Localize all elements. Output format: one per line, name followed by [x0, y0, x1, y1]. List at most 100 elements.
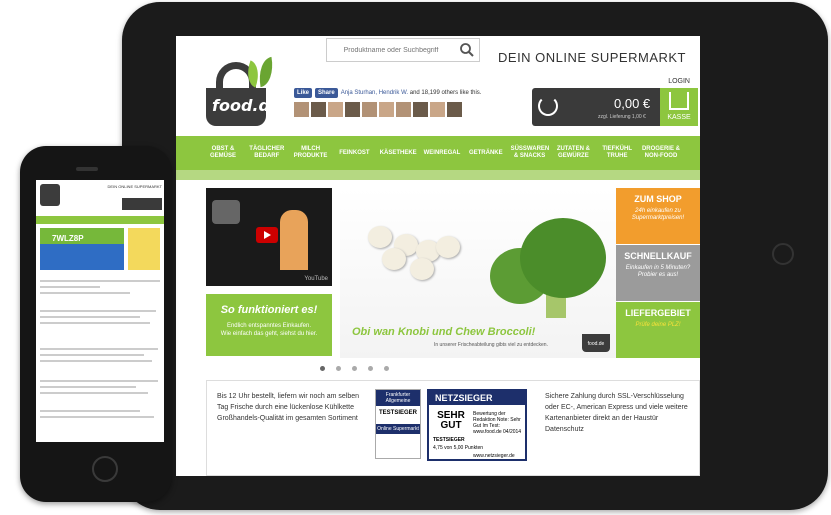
carousel-dot[interactable]	[384, 366, 389, 371]
play-icon[interactable]	[256, 227, 278, 243]
nav-drogerie[interactable]: DROGERIE & NON-FOOD	[642, 146, 680, 160]
nav-feinkost[interactable]: FEINKOST	[335, 150, 373, 157]
category-nav: OBST & GEMÜSE TÄGLICHER BEDARF MILCH PRO…	[176, 136, 700, 170]
netzsieger-site: www.netzsieger.de	[473, 453, 515, 459]
nav-zutaten[interactable]: ZUTATEN & GEWÜRZE	[554, 146, 592, 160]
phone-home-button	[92, 456, 118, 482]
checkout-label: KASSE	[667, 114, 691, 121]
avatar[interactable]	[294, 102, 309, 117]
avatar[interactable]	[362, 102, 377, 117]
nav-kaesetheke[interactable]: KÄSETHEKE	[379, 150, 417, 157]
info-panel: Bis 12 Uhr bestellt, liefern wir noch am…	[206, 380, 700, 476]
phone-screen: DEIN ONLINE SUPERMARKT 7WLZ8P	[36, 180, 164, 442]
phone-text-line	[40, 354, 144, 356]
phone-text-line	[40, 286, 100, 288]
schnellkauf-button[interactable]: SCHNELLKAUF Einkaufen in 5 Minuten? Prob…	[616, 245, 700, 301]
tablet-home-button	[772, 243, 794, 265]
phone-text-line	[40, 292, 130, 294]
search-icon[interactable]	[459, 42, 475, 58]
carousel-dot[interactable]	[352, 366, 357, 371]
netzsieger-score: 4,75 von 5,00 Punkten	[433, 445, 484, 451]
nav-obst-gemuese[interactable]: OBST & GEMÜSE	[204, 146, 242, 160]
zum-shop-button[interactable]: ZUM SHOP 24h einkaufen zu Supermarktprei…	[616, 188, 700, 244]
side-promo-column: ZUM SHOP 24h einkaufen zu Supermarktprei…	[616, 188, 700, 358]
liefergebiet-button[interactable]: LIEFERGEBIET Prüfe deine PLZ!	[616, 302, 700, 358]
carousel-dot[interactable]	[320, 366, 325, 371]
cart-widget[interactable]: 0,00 € zzgl. Lieferung 1,00 € KASSE	[532, 88, 698, 126]
nav-tiefkuehl[interactable]: TIEFKÜHL TRUHE	[598, 146, 636, 160]
carousel-dot[interactable]	[368, 366, 373, 371]
nav-weinregal[interactable]: WEINREGAL	[423, 150, 461, 157]
login-link[interactable]: LOGIN	[668, 78, 690, 85]
netzsieger-title: NETZSIEGER	[429, 391, 525, 405]
tagline: DEIN ONLINE SUPERMARKT	[498, 50, 686, 65]
how-it-works-box[interactable]: So funktioniert es! Endlich entspanntes …	[206, 294, 332, 356]
garlic-image	[368, 226, 392, 248]
nav-milchprodukte[interactable]: MILCH PRODUKTE	[292, 146, 330, 160]
phone-logo[interactable]	[40, 184, 60, 206]
phone-nav[interactable]	[36, 216, 164, 224]
phone-text-line	[40, 386, 136, 388]
netzsieger-testsieger: TESTSIEGER	[433, 437, 465, 443]
facebook-like-text: Anja Sturhan, Hendrik W. and 18,199 othe…	[341, 90, 482, 96]
avatar[interactable]	[447, 102, 462, 117]
nav-getraenke[interactable]: GETRÄNKE	[467, 150, 505, 157]
search-input[interactable]	[327, 39, 455, 62]
facebook-like-button[interactable]: Like	[294, 88, 313, 98]
payment-info: Sichere Zahlung durch SSL-Verschlüsselun…	[545, 393, 688, 433]
phone-text-line	[40, 316, 140, 318]
banner-subtitle: In unserer Frischeabteilung gibts viel z…	[434, 342, 548, 348]
nav-suesswaren[interactable]: SÜSSWAREN & SNACKS	[511, 146, 550, 160]
avatar[interactable]	[430, 102, 445, 117]
garlic-image	[382, 248, 406, 270]
phone-text-line	[40, 410, 140, 412]
logo-text: food.de	[212, 96, 281, 115]
faz-seal-label: Online Supermarkt	[376, 424, 420, 434]
avatar[interactable]	[379, 102, 394, 117]
faz-seal-badge: TESTSIEGER	[378, 410, 417, 416]
phone-side-promo[interactable]	[128, 228, 160, 270]
carousel-dot[interactable]	[336, 366, 341, 371]
phone-cart[interactable]	[122, 198, 162, 210]
zum-shop-text: 24h einkaufen zu Supermarktpreisen!	[631, 208, 685, 221]
leaf-icon	[255, 56, 277, 88]
banner-logo: food.de	[582, 334, 610, 352]
facebook-widget: Like Share Anja Sturhan, Hendrik W. and …	[294, 88, 481, 98]
how-it-works-line2: Wie einfach das geht, siehst du hier.	[220, 331, 318, 337]
faz-seal-header: Frankfurter Allgemeine	[376, 390, 420, 406]
facebook-others: and 18,199 others like this.	[408, 90, 482, 96]
subnav-bar	[176, 170, 700, 180]
avatar[interactable]	[328, 102, 343, 117]
phone-tagline: DEIN ONLINE SUPERMARKT	[107, 184, 162, 189]
avatar[interactable]	[396, 102, 411, 117]
phone-header: DEIN ONLINE SUPERMARKT	[36, 180, 164, 216]
facebook-share-button[interactable]: Share	[315, 88, 338, 98]
delivery-info: Bis 12 Uhr bestellt, liefern wir noch am…	[217, 393, 360, 422]
zum-shop-title: ZUM SHOP	[634, 194, 682, 204]
nav-taeglicher-bedarf[interactable]: TÄGLICHER BEDARF	[248, 146, 286, 160]
avatar[interactable]	[311, 102, 326, 117]
how-it-works-title: So funktioniert es!	[220, 304, 318, 316]
garlic-image	[410, 258, 434, 280]
phone-promo-code: 7WLZ8P	[52, 234, 84, 243]
food-de-logo[interactable]: food.de	[206, 56, 281, 126]
avatar[interactable]	[345, 102, 360, 117]
facebook-names-link[interactable]: Anja Sturhan, Hendrik W.	[341, 90, 408, 96]
phone-text-line	[40, 392, 148, 394]
schnellkauf-title: SCHNELLKAUF	[624, 251, 692, 261]
schnellkauf-text: Einkaufen in 5 Minuten? Probier es aus!	[625, 265, 691, 278]
avatar[interactable]	[413, 102, 428, 117]
phone-text-line	[40, 322, 150, 324]
tablet-screen: food.de DEIN ONLINE SUPERMARKT Like Shar…	[176, 36, 700, 476]
phone-speaker	[76, 167, 98, 171]
video-player[interactable]: YouTube	[206, 188, 332, 286]
faz-seal[interactable]: Frankfurter Allgemeine TESTSIEGER Online…	[375, 389, 421, 459]
netzsieger-grade: SEHR GUT	[437, 410, 465, 431]
checkout-button[interactable]: KASSE	[660, 88, 698, 126]
phone-text-line	[40, 416, 154, 418]
netzsieger-seal[interactable]: NETZSIEGER SEHR GUT Bewertung der Redakt…	[427, 389, 527, 461]
hero-banner[interactable]: Obi wan Knobi und Chew Broccoli! In unse…	[340, 188, 618, 358]
smile-icon	[538, 96, 558, 116]
phone-text-line	[40, 280, 160, 282]
liefergebiet-text: Prüfe deine PLZ!	[635, 322, 681, 328]
